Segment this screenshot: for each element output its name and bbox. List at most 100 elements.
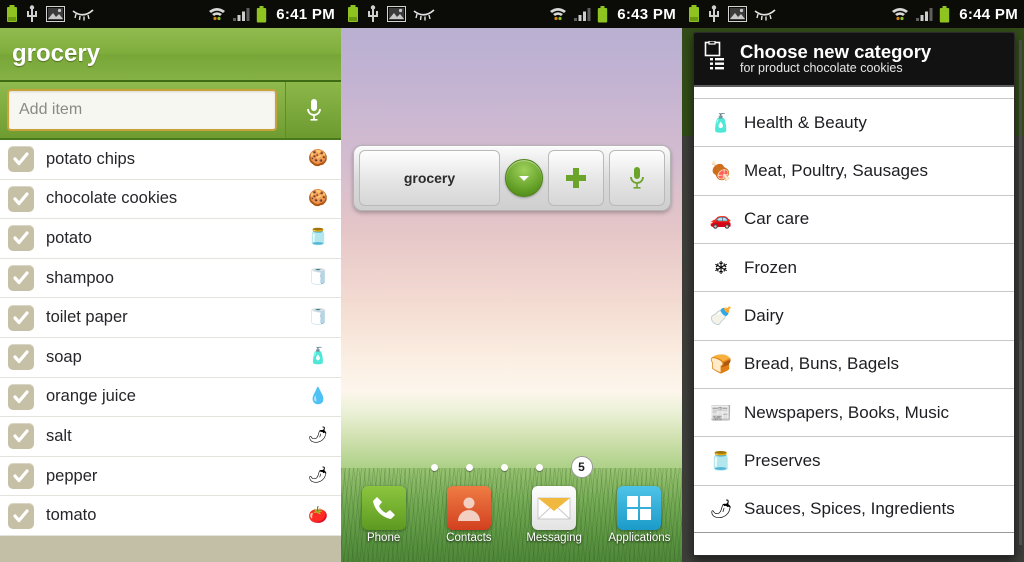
- item-label: orange juice: [46, 387, 136, 406]
- phone-icon[interactable]: [361, 486, 406, 530]
- screen-grocery-list: 6:41 PM grocery Add item potato chips 🍪 ch…: [0, 0, 341, 562]
- category-row[interactable]: 🍞 Bread, Buns, Bagels: [694, 340, 1014, 389]
- screen-home: 6:43 PM grocery 5 Phone Contacts Messaging…: [341, 0, 682, 562]
- envelope-icon[interactable]: [532, 486, 577, 530]
- jar-icon: 🫙: [709, 450, 733, 471]
- dock-item-contacts[interactable]: Contacts: [426, 486, 511, 562]
- status-bar-left-icons-1: [6, 5, 208, 23]
- widget-dropdown-button[interactable]: [505, 159, 543, 197]
- chili-pepper-icon: 🌶: [709, 499, 733, 520]
- category-row[interactable]: 🍖 Meat, Poultry, Sausages: [694, 147, 1014, 196]
- list-item[interactable]: potato chips 🍪: [0, 140, 341, 180]
- add-item-input[interactable]: Add item: [7, 89, 277, 131]
- chili-pepper-icon: 🌶: [307, 467, 329, 485]
- widget-voice-button[interactable]: [609, 150, 665, 206]
- shopping-list-widget[interactable]: grocery: [353, 145, 671, 211]
- item-checkbox[interactable]: [8, 225, 34, 252]
- list-item[interactable]: orange juice 💧: [0, 377, 341, 418]
- screenshot-icon: [46, 6, 65, 22]
- category-label: Dairy: [744, 306, 784, 325]
- item-checkbox[interactable]: [8, 185, 34, 212]
- item-checkbox[interactable]: [8, 304, 34, 331]
- category-row[interactable]: 🫙 Preserves: [694, 437, 1014, 486]
- page-dot[interactable]: [465, 463, 473, 471]
- item-label: salt: [46, 426, 72, 445]
- signal-icon: [574, 8, 591, 21]
- status-bar-clock-2: 6:43 PM: [617, 5, 676, 23]
- status-bar-right-icons-3: 6:44 PM: [891, 5, 1018, 23]
- status-bar-1: 6:41 PM: [0, 0, 341, 28]
- home-dock: Phone Contacts Messaging Applications: [341, 486, 682, 562]
- item-checkbox[interactable]: [8, 383, 34, 410]
- page-title: grocery: [12, 40, 101, 67]
- page-dot[interactable]: [500, 463, 508, 471]
- contacts-icon[interactable]: [446, 486, 491, 530]
- toilet-roll-icon: 🧻: [308, 269, 328, 287]
- chevron-down-icon: [519, 176, 529, 181]
- dialog-scrollbar-thumb[interactable]: [1019, 40, 1022, 340]
- category-row[interactable]: 🚗 Car care: [694, 195, 1014, 245]
- battery-icon: [257, 5, 267, 22]
- category-row[interactable]: 🍼 Dairy: [694, 292, 1014, 341]
- list-item[interactable]: tomato 🍅: [0, 496, 341, 536]
- widget-list-name[interactable]: grocery: [359, 150, 500, 206]
- item-checkbox[interactable]: [8, 423, 34, 450]
- usb-icon: [368, 5, 378, 22]
- status-bar-2: 6:43 PM: [341, 0, 682, 28]
- list-item[interactable]: soap 🧴: [0, 337, 341, 378]
- widget-add-button[interactable]: [548, 150, 604, 206]
- category-label: Newspapers, Books, Music: [744, 402, 950, 422]
- check-icon: [13, 152, 29, 166]
- category-row[interactable]: 📰 Newspapers, Books, Music: [694, 388, 1014, 438]
- add-item-placeholder: Add item: [19, 101, 83, 118]
- apps-grid-icon[interactable]: [617, 486, 662, 530]
- category-label: Meat, Poultry, Sausages: [744, 161, 928, 181]
- category-row[interactable]: 🌶 Sauces, Spices, Ingredients: [694, 485, 1014, 532]
- list-item[interactable]: toilet paper 🧻: [0, 298, 341, 338]
- item-checkbox[interactable]: [8, 265, 34, 292]
- wifi-icon: [892, 8, 909, 21]
- microphone-icon: [306, 99, 321, 121]
- list-item[interactable]: salt 🌶: [0, 417, 341, 457]
- newspaper-icon: 📰: [709, 402, 733, 423]
- dialog-scrollbar[interactable]: [1019, 40, 1022, 545]
- dialog-bottom-bar: [694, 532, 1014, 555]
- voice-input-button[interactable]: [285, 82, 341, 138]
- category-list[interactable]: 🧴 Health & Beauty 🍖 Meat, Poultry, Sausages…: [694, 87, 1014, 532]
- list-item[interactable]: potato 🫙: [0, 219, 341, 259]
- dock-item-messaging[interactable]: Messaging: [512, 486, 597, 562]
- item-checkbox[interactable]: [8, 463, 34, 490]
- dock-item-applications[interactable]: Applications: [597, 486, 682, 562]
- grocery-item-list[interactable]: potato chips 🍪 chocolate cookies 🍪 potato 🫙 sh…: [0, 140, 341, 536]
- item-checkbox[interactable]: [8, 146, 34, 173]
- wifi-icon: [209, 8, 226, 21]
- category-label: Bread, Buns, Bagels: [744, 354, 899, 374]
- signal-icon: [233, 8, 250, 21]
- list-item[interactable]: pepper 🌶: [0, 456, 341, 497]
- category-label: Frozen: [744, 257, 797, 277]
- car-icon: 🚗: [709, 209, 733, 230]
- check-icon: [13, 390, 29, 403]
- item-checkbox[interactable]: [8, 502, 34, 529]
- item-checkbox[interactable]: [8, 344, 34, 371]
- category-list-top-strip: [694, 87, 1014, 100]
- battery-charging-icon: [348, 5, 358, 22]
- screenshot-icon: [728, 6, 747, 22]
- category-row[interactable]: ❄ Frozen: [694, 244, 1014, 293]
- status-bar-clock-3: 6:44 PM: [959, 5, 1018, 23]
- status-bar-3: 6:44 PM: [682, 0, 1024, 28]
- page-dot[interactable]: [535, 463, 543, 471]
- list-item[interactable]: chocolate cookies 🍪: [0, 179, 341, 220]
- dock-item-phone[interactable]: Phone: [341, 486, 426, 562]
- category-row[interactable]: 🧴 Health & Beauty: [694, 99, 1014, 148]
- page-count-badge: 5: [570, 456, 593, 478]
- check-icon: [13, 192, 29, 205]
- cookie-icon: 🍪: [308, 150, 328, 168]
- item-label: toilet paper: [46, 308, 128, 327]
- page-dot[interactable]: [430, 463, 438, 471]
- status-bar-left-icons-2: [347, 5, 549, 23]
- battery-icon: [940, 5, 950, 22]
- status-bar-right-icons-1: 6:41 PM: [208, 5, 335, 23]
- list-item[interactable]: shampoo 🧻: [0, 258, 341, 299]
- category-list-rows[interactable]: 🧴 Health & Beauty 🍖 Meat, Poultry, Sausages…: [694, 99, 1014, 532]
